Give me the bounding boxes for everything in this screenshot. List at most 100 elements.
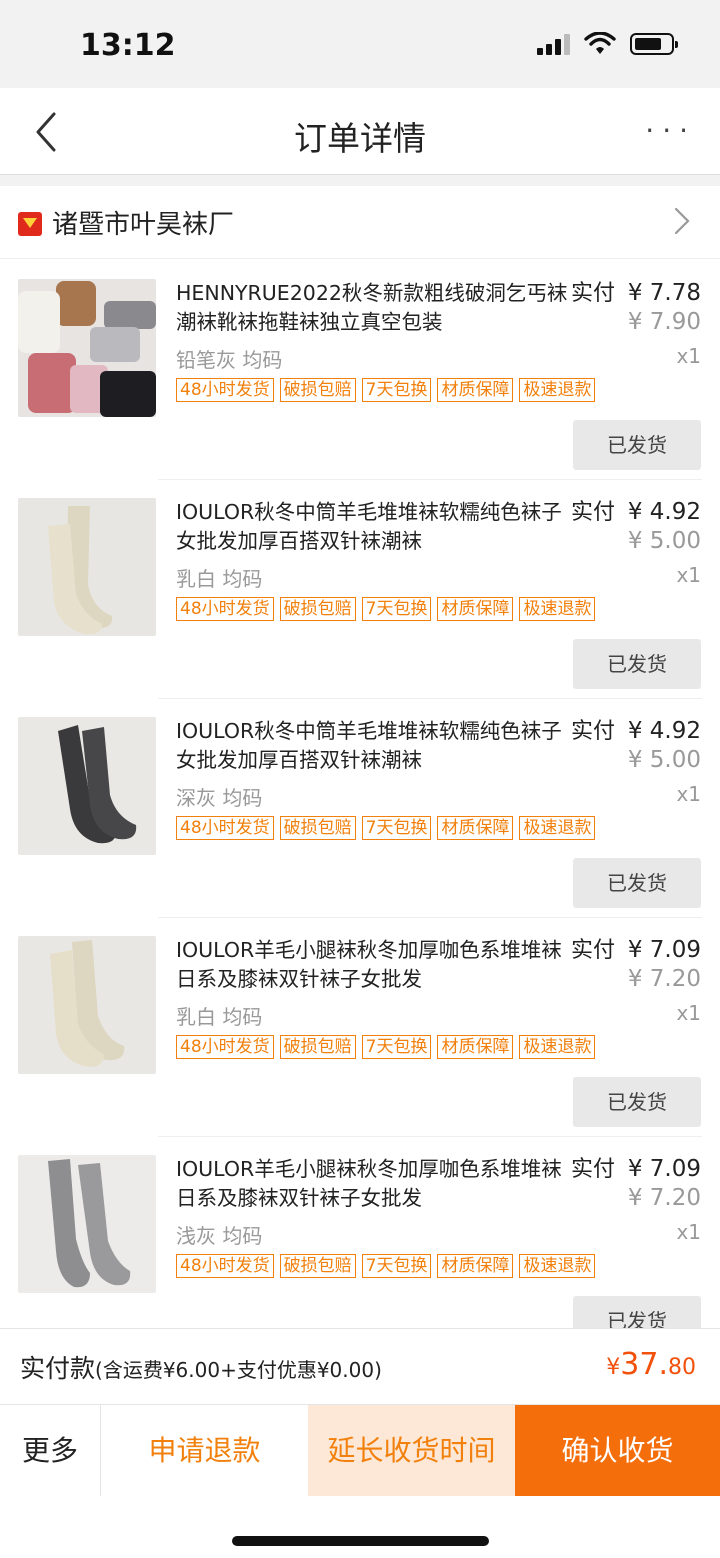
original-price: ¥ 5.00 (627, 528, 701, 554)
tmall-shop-icon (18, 212, 42, 236)
service-tag: 48小时发货 (176, 1254, 274, 1278)
service-tag: 7天包换 (361, 816, 432, 840)
battery-icon (630, 33, 678, 55)
product-spec: 乳白 均码 (176, 1005, 263, 1029)
more-button[interactable]: 更多 (0, 1405, 101, 1497)
product-title[interactable]: IOULOR秋冬中筒羊毛堆堆袜软糯纯色袜子女批发加厚百搭双针袜潮袜 (176, 498, 568, 556)
order-item: HENNYRUE2022秋冬新款粗线破洞乞丐袜潮袜靴袜拖鞋袜独立真空包装 实付 … (0, 260, 720, 479)
nav-bar: 订单详情 ··· (0, 88, 720, 175)
divider (158, 917, 702, 918)
divider (158, 1136, 702, 1137)
service-tag: 材质保障 (437, 816, 514, 840)
product-title[interactable]: IOULOR秋冬中筒羊毛堆堆袜软糯纯色袜子女批发加厚百搭双针袜潮袜 (176, 717, 568, 775)
service-tag: 破损包赔 (279, 1254, 356, 1278)
service-tag: 7天包换 (361, 1254, 432, 1278)
service-tags: 48小时发货 破损包赔 7天包换 材质保障 极速退款 (176, 1254, 596, 1278)
total-decimal: 80 (668, 1355, 696, 1380)
product-quantity: x1 (676, 563, 701, 587)
order-item: IOULOR羊毛小腿袜秋冬加厚咖色系堆堆袜日系及膝袜双针袜子女批发 实付 ¥ 7… (0, 917, 720, 1136)
product-spec: 乳白 均码 (176, 567, 263, 591)
status-bar: 13:12 (0, 0, 720, 88)
product-image[interactable] (18, 498, 156, 636)
total-note: (含运费¥6.00+支付优惠¥0.00) (95, 1358, 382, 1382)
service-tag: 极速退款 (519, 597, 596, 621)
shipped-button[interactable]: 已发货 (573, 858, 701, 908)
service-tag: 破损包赔 (279, 378, 356, 402)
service-tags: 48小时发货 破损包赔 7天包换 材质保障 极速退款 (176, 816, 596, 840)
service-tag: 极速退款 (519, 1254, 596, 1278)
service-tag: 破损包赔 (279, 816, 356, 840)
product-image[interactable] (18, 279, 156, 417)
service-tag: 48小时发货 (176, 1035, 274, 1059)
service-tag: 极速退款 (519, 1035, 596, 1059)
service-tag: 材质保障 (437, 1035, 514, 1059)
action-bar: 更多 申请退款 延长收货时间 确认收货 (0, 1404, 720, 1497)
paid-price: ¥ 4.92 (627, 499, 701, 525)
original-price: ¥ 5.00 (627, 747, 701, 773)
shop-header[interactable]: 诸暨市叶昊袜厂 (0, 186, 720, 259)
product-quantity: x1 (676, 1220, 701, 1244)
paid-label: 实付 (571, 938, 616, 963)
shipped-button[interactable]: 已发货 (573, 1296, 701, 1328)
product-title[interactable]: IOULOR羊毛小腿袜秋冬加厚咖色系堆堆袜日系及膝袜双针袜子女批发 (176, 1155, 568, 1213)
order-item: IOULOR秋冬中筒羊毛堆堆袜软糯纯色袜子女批发加厚百搭双针袜潮袜 实付 ¥ 4… (0, 479, 720, 698)
order-item: IOULOR羊毛小腿袜秋冬加厚咖色系堆堆袜日系及膝袜双针袜子女批发 实付 ¥ 7… (0, 1136, 720, 1328)
more-menu-button[interactable]: ··· (645, 114, 696, 147)
divider (158, 698, 702, 699)
home-area (0, 1496, 720, 1558)
shipped-button[interactable]: 已发货 (573, 1077, 701, 1127)
service-tag: 破损包赔 (279, 597, 356, 621)
product-image[interactable] (18, 936, 156, 1074)
service-tag: 材质保障 (437, 597, 514, 621)
paid-label: 实付 (571, 500, 616, 525)
product-quantity: x1 (676, 1001, 701, 1025)
product-spec: 浅灰 均码 (176, 1224, 263, 1248)
service-tag: 极速退款 (519, 378, 596, 402)
paid-price: ¥ 4.92 (627, 718, 701, 744)
total-label: 实付款(含运费¥6.00+支付优惠¥0.00) (20, 1349, 382, 1385)
service-tag: 材质保障 (437, 1254, 514, 1278)
home-indicator[interactable] (232, 1536, 489, 1546)
paid-price: ¥ 7.09 (627, 1156, 701, 1182)
shipped-button[interactable]: 已发货 (573, 639, 701, 689)
original-price: ¥ 7.20 (627, 966, 701, 992)
service-tags: 48小时发货 破损包赔 7天包换 材质保障 极速退款 (176, 597, 596, 621)
service-tag: 48小时发货 (176, 816, 274, 840)
shipped-button[interactable]: 已发货 (573, 420, 701, 470)
divider (158, 479, 702, 480)
paid-price: ¥ 7.78 (627, 280, 701, 306)
total-integer: 37. (620, 1347, 668, 1382)
product-spec: 深灰 均码 (176, 786, 263, 810)
wifi-icon (584, 32, 616, 54)
extend-receipt-button[interactable]: 延长收货时间 (308, 1405, 515, 1497)
paid-label: 实付 (571, 1157, 616, 1182)
status-icons (537, 32, 678, 56)
chevron-right-icon (674, 207, 690, 235)
service-tag: 7天包换 (361, 1035, 432, 1059)
paid-label: 实付 (571, 281, 616, 306)
product-title[interactable]: IOULOR羊毛小腿袜秋冬加厚咖色系堆堆袜日系及膝袜双针袜子女批发 (176, 936, 568, 994)
service-tag: 7天包换 (361, 378, 432, 402)
product-title[interactable]: HENNYRUE2022秋冬新款粗线破洞乞丐袜潮袜靴袜拖鞋袜独立真空包装 (176, 279, 568, 337)
order-card: 诸暨市叶昊袜厂 HENNYRUE2022秋冬新款粗线破洞乞丐袜潮袜靴袜拖鞋袜独立… (0, 186, 720, 1328)
product-image[interactable] (18, 717, 156, 855)
product-image[interactable] (18, 1155, 156, 1293)
shop-name: 诸暨市叶昊袜厂 (52, 210, 235, 240)
product-quantity: x1 (676, 344, 701, 368)
refund-button[interactable]: 申请退款 (101, 1405, 308, 1497)
service-tag: 48小时发货 (176, 378, 274, 402)
total-label-text: 实付款 (20, 1354, 96, 1383)
original-price: ¥ 7.20 (627, 1185, 701, 1211)
paid-price: ¥ 7.09 (627, 937, 701, 963)
original-price: ¥ 7.90 (627, 309, 701, 335)
confirm-receipt-button[interactable]: 确认收货 (515, 1405, 720, 1497)
order-item: IOULOR秋冬中筒羊毛堆堆袜软糯纯色袜子女批发加厚百搭双针袜潮袜 实付 ¥ 4… (0, 698, 720, 917)
status-time: 13:12 (80, 28, 176, 63)
cellular-signal-icon (537, 33, 570, 55)
paid-label: 实付 (571, 719, 616, 744)
service-tag: 极速退款 (519, 816, 596, 840)
product-spec: 铅笔灰 均码 (176, 348, 283, 372)
service-tag: 7天包换 (361, 597, 432, 621)
service-tags: 48小时发货 破损包赔 7天包换 材质保障 极速退款 (176, 1035, 596, 1059)
service-tags: 48小时发货 破损包赔 7天包换 材质保障 极速退款 (176, 378, 596, 402)
